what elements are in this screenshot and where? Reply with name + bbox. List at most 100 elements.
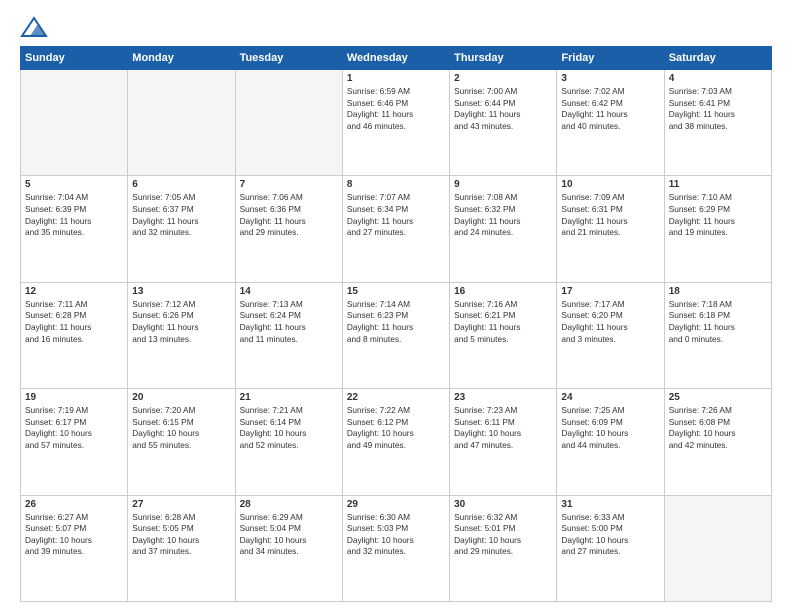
day-number: 25: [669, 392, 767, 403]
calendar-cell: 23 Sunrise: 7:23 AM Sunset: 6:11 PM Dayli…: [450, 389, 557, 495]
calendar-cell: 17 Sunrise: 7:17 AM Sunset: 6:20 PM Dayli…: [557, 282, 664, 388]
day-number: 28: [240, 499, 338, 510]
day-number: 16: [454, 286, 552, 297]
day-info: Sunrise: 7:23 AM Sunset: 6:11 PM Dayligh…: [454, 405, 552, 451]
day-info: Sunrise: 7:16 AM Sunset: 6:21 PM Dayligh…: [454, 299, 552, 345]
calendar-cell: 1 Sunrise: 6:59 AM Sunset: 6:46 PM Daylig…: [342, 70, 449, 176]
day-info: Sunrise: 7:00 AM Sunset: 6:44 PM Dayligh…: [454, 86, 552, 132]
day-number: 26: [25, 499, 123, 510]
calendar-cell: 16 Sunrise: 7:16 AM Sunset: 6:21 PM Dayli…: [450, 282, 557, 388]
day-info: Sunrise: 7:03 AM Sunset: 6:41 PM Dayligh…: [669, 86, 767, 132]
week-row-2: 12 Sunrise: 7:11 AM Sunset: 6:28 PM Dayli…: [21, 282, 772, 388]
day-number: 22: [347, 392, 445, 403]
day-number: 29: [347, 499, 445, 510]
day-number: 14: [240, 286, 338, 297]
day-number: 24: [561, 392, 659, 403]
day-info: Sunrise: 6:59 AM Sunset: 6:46 PM Dayligh…: [347, 86, 445, 132]
day-info: Sunrise: 7:09 AM Sunset: 6:31 PM Dayligh…: [561, 192, 659, 238]
day-info: Sunrise: 7:07 AM Sunset: 6:34 PM Dayligh…: [347, 192, 445, 238]
calendar-table: SundayMondayTuesdayWednesdayThursdayFrid…: [20, 46, 772, 602]
day-info: Sunrise: 7:25 AM Sunset: 6:09 PM Dayligh…: [561, 405, 659, 451]
calendar-cell: 11Sunrise: 7:10 AM Sunset: 6:29 PM Dayli…: [664, 176, 771, 282]
day-info: Sunrise: 7:22 AM Sunset: 6:12 PM Dayligh…: [347, 405, 445, 451]
calendar-cell: 13 Sunrise: 7:12 AM Sunset: 6:26 PM Dayli…: [128, 282, 235, 388]
day-info: Sunrise: 7:18 AM Sunset: 6:18 PM Dayligh…: [669, 299, 767, 345]
calendar-cell: 20 Sunrise: 7:20 AM Sunset: 6:15 PM Dayli…: [128, 389, 235, 495]
day-info: Sunrise: 7:11 AM Sunset: 6:28 PM Dayligh…: [25, 299, 123, 345]
calendar-cell: 18 Sunrise: 7:18 AM Sunset: 6:18 PM Dayli…: [664, 282, 771, 388]
weekday-monday: Monday: [128, 47, 235, 70]
calendar-cell: 19Sunrise: 7:19 AM Sunset: 6:17 PM Dayli…: [21, 389, 128, 495]
header: [20, 16, 772, 38]
day-info: Sunrise: 6:30 AM Sunset: 5:03 PM Dayligh…: [347, 512, 445, 558]
day-number: 20: [132, 392, 230, 403]
day-info: Sunrise: 7:21 AM Sunset: 6:14 PM Dayligh…: [240, 405, 338, 451]
day-info: Sunrise: 6:29 AM Sunset: 5:04 PM Dayligh…: [240, 512, 338, 558]
calendar-cell: [21, 70, 128, 176]
week-row-0: 1 Sunrise: 6:59 AM Sunset: 6:46 PM Daylig…: [21, 70, 772, 176]
week-row-1: 5 Sunrise: 7:04 AM Sunset: 6:39 PM Daylig…: [21, 176, 772, 282]
calendar-cell: 6Sunrise: 7:05 AM Sunset: 6:37 PM Daylig…: [128, 176, 235, 282]
day-number: 10: [561, 179, 659, 190]
calendar-cell: 5 Sunrise: 7:04 AM Sunset: 6:39 PM Daylig…: [21, 176, 128, 282]
day-number: 12: [25, 286, 123, 297]
day-info: Sunrise: 6:27 AM Sunset: 5:07 PM Dayligh…: [25, 512, 123, 558]
day-info: Sunrise: 7:04 AM Sunset: 6:39 PM Dayligh…: [25, 192, 123, 238]
calendar-cell: 27Sunrise: 6:28 AM Sunset: 5:05 PM Dayli…: [128, 495, 235, 601]
day-number: 3: [561, 73, 659, 84]
weekday-sunday: Sunday: [21, 47, 128, 70]
weekday-tuesday: Tuesday: [235, 47, 342, 70]
weekday-header-row: SundayMondayTuesdayWednesdayThursdayFrid…: [21, 47, 772, 70]
calendar-cell: 9 Sunrise: 7:08 AM Sunset: 6:32 PM Daylig…: [450, 176, 557, 282]
calendar-cell: 30 Sunrise: 6:32 AM Sunset: 5:01 PM Dayli…: [450, 495, 557, 601]
day-info: Sunrise: 7:06 AM Sunset: 6:36 PM Dayligh…: [240, 192, 338, 238]
day-number: 1: [347, 73, 445, 84]
day-number: 23: [454, 392, 552, 403]
day-number: 31: [561, 499, 659, 510]
day-info: Sunrise: 7:12 AM Sunset: 6:26 PM Dayligh…: [132, 299, 230, 345]
calendar-cell: 3Sunrise: 7:02 AM Sunset: 6:42 PM Daylig…: [557, 70, 664, 176]
day-number: 13: [132, 286, 230, 297]
calendar-cell: 29 Sunrise: 6:30 AM Sunset: 5:03 PM Dayli…: [342, 495, 449, 601]
calendar-cell: [664, 495, 771, 601]
day-number: 7: [240, 179, 338, 190]
calendar-cell: 25 Sunrise: 7:26 AM Sunset: 6:08 PM Dayli…: [664, 389, 771, 495]
calendar-cell: 12 Sunrise: 7:11 AM Sunset: 6:28 PM Dayli…: [21, 282, 128, 388]
weekday-saturday: Saturday: [664, 47, 771, 70]
day-number: 30: [454, 499, 552, 510]
calendar-cell: 28 Sunrise: 6:29 AM Sunset: 5:04 PM Dayli…: [235, 495, 342, 601]
calendar-cell: 15 Sunrise: 7:14 AM Sunset: 6:23 PM Dayli…: [342, 282, 449, 388]
day-number: 6: [132, 179, 230, 190]
day-number: 11: [669, 179, 767, 190]
day-info: Sunrise: 6:33 AM Sunset: 5:00 PM Dayligh…: [561, 512, 659, 558]
day-number: 21: [240, 392, 338, 403]
day-info: Sunrise: 7:14 AM Sunset: 6:23 PM Dayligh…: [347, 299, 445, 345]
day-number: 5: [25, 179, 123, 190]
calendar-cell: 10 Sunrise: 7:09 AM Sunset: 6:31 PM Dayli…: [557, 176, 664, 282]
day-number: 18: [669, 286, 767, 297]
calendar-cell: 8 Sunrise: 7:07 AM Sunset: 6:34 PM Daylig…: [342, 176, 449, 282]
day-number: 4: [669, 73, 767, 84]
day-info: Sunrise: 7:19 AM Sunset: 6:17 PM Dayligh…: [25, 405, 123, 451]
day-info: Sunrise: 7:26 AM Sunset: 6:08 PM Dayligh…: [669, 405, 767, 451]
calendar-cell: 14 Sunrise: 7:13 AM Sunset: 6:24 PM Dayli…: [235, 282, 342, 388]
calendar-cell: 31 Sunrise: 6:33 AM Sunset: 5:00 PM Dayli…: [557, 495, 664, 601]
weekday-wednesday: Wednesday: [342, 47, 449, 70]
day-number: 9: [454, 179, 552, 190]
day-info: Sunrise: 7:20 AM Sunset: 6:15 PM Dayligh…: [132, 405, 230, 451]
calendar-cell: 26 Sunrise: 6:27 AM Sunset: 5:07 PM Dayli…: [21, 495, 128, 601]
logo: [20, 16, 52, 38]
day-info: Sunrise: 7:17 AM Sunset: 6:20 PM Dayligh…: [561, 299, 659, 345]
day-info: Sunrise: 6:32 AM Sunset: 5:01 PM Dayligh…: [454, 512, 552, 558]
day-number: 17: [561, 286, 659, 297]
day-info: Sunrise: 7:13 AM Sunset: 6:24 PM Dayligh…: [240, 299, 338, 345]
day-number: 15: [347, 286, 445, 297]
day-info: Sunrise: 7:08 AM Sunset: 6:32 PM Dayligh…: [454, 192, 552, 238]
day-info: Sunrise: 6:28 AM Sunset: 5:05 PM Dayligh…: [132, 512, 230, 558]
day-number: 2: [454, 73, 552, 84]
day-number: 8: [347, 179, 445, 190]
calendar-cell: 24 Sunrise: 7:25 AM Sunset: 6:09 PM Dayli…: [557, 389, 664, 495]
calendar-cell: [235, 70, 342, 176]
calendar-cell: 4 Sunrise: 7:03 AM Sunset: 6:41 PM Daylig…: [664, 70, 771, 176]
weekday-thursday: Thursday: [450, 47, 557, 70]
